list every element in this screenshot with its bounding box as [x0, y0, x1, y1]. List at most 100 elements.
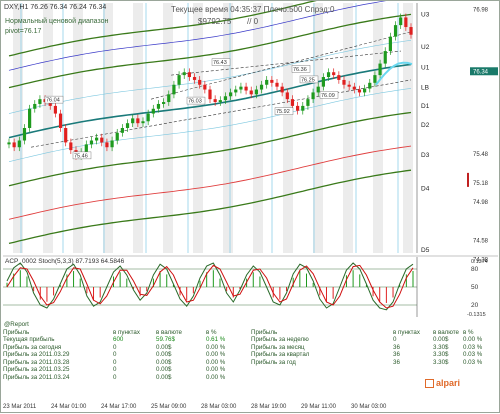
- candle-body: [100, 137, 104, 143]
- level-label-u2: U2: [421, 44, 430, 51]
- balance: $9792.75: [198, 17, 232, 26]
- level-label-d5: D5: [421, 247, 430, 254]
- indicator-title: ACP_0002 Stoch(5,3,3) 87.7193 64.5846: [5, 258, 125, 265]
- right-cell: 0.03 %: [463, 343, 483, 351]
- right-header-cell: Прибыль: [251, 329, 278, 336]
- y-tick-label: 74.98: [473, 200, 489, 206]
- x-tick-label: 24 Mar 01:00: [51, 404, 87, 410]
- x-tick-label: 29 Mar 11:00: [301, 404, 337, 410]
- candle-body: [198, 79, 202, 85]
- candle-body: [105, 142, 109, 148]
- session-stripe: [223, 3, 233, 253]
- right-cell: 36: [393, 358, 400, 366]
- candle-body: [229, 92, 233, 97]
- candle-body: [136, 118, 140, 124]
- candle-body: [311, 92, 315, 100]
- candle-body: [223, 96, 228, 101]
- right-row: Прибыль за год 36 3.30$ 0.03 %: [3, 358, 482, 366]
- candle-body: [393, 25, 398, 37]
- left-cell: 0.00 %: [206, 366, 226, 373]
- session-stripe: [373, 3, 383, 253]
- candle-body: [285, 92, 289, 100]
- right-cell: 3.30$: [433, 351, 449, 358]
- price-label: 76.36: [293, 67, 307, 73]
- right-cell: 36: [393, 351, 400, 358]
- right-cell: Прибыль за год: [251, 358, 296, 366]
- candle-body: [388, 36, 392, 52]
- candle-body: [316, 86, 320, 93]
- candle-body: [167, 94, 171, 103]
- session-stripe: [313, 3, 323, 253]
- level-label-d3: D3: [421, 152, 430, 159]
- candle-body: [337, 75, 341, 80]
- right-header-cell: в %: [463, 329, 474, 336]
- logo-icon: [425, 379, 434, 389]
- ind-tick-label: 20: [471, 302, 479, 309]
- session-stripe: [283, 3, 293, 253]
- price-label: 76.09: [321, 93, 335, 99]
- price-label: 76.03: [188, 99, 202, 105]
- right-cell: 0.03 %: [463, 358, 483, 366]
- right-row: Прибыль за квартал 36 3.30$ 0.03 %: [3, 351, 482, 358]
- y-tick-label: 75.48: [473, 152, 489, 158]
- x-tick-label: 28 Mar 03:00: [201, 404, 237, 410]
- candle-body: [22, 128, 27, 141]
- candle-body: [131, 118, 135, 124]
- candle-body: [53, 105, 57, 114]
- candle-body: [64, 128, 68, 143]
- candle-body: [342, 79, 346, 85]
- price-label: 76.43: [213, 60, 227, 66]
- candle-body: [146, 113, 150, 122]
- candle-body: [95, 137, 99, 141]
- left-cell: 0.00$: [156, 366, 172, 373]
- report-title: @Report: [4, 321, 29, 328]
- y-tick-label: 75.18: [473, 181, 489, 187]
- x-tick-label: 24 Mar 17:00: [101, 404, 137, 410]
- candle-body: [373, 75, 377, 83]
- candle-body: [275, 82, 279, 87]
- price-label: 76.25: [301, 77, 315, 83]
- x-tick-label: 23 Mar 2011: [3, 404, 37, 410]
- y-tick-label: 74.58: [473, 239, 489, 245]
- candle-body: [69, 142, 73, 151]
- candle-body: [33, 103, 37, 109]
- candle-body: [125, 123, 130, 128]
- ind-top-value: 0.1374: [471, 259, 488, 265]
- candle-body: [203, 84, 207, 90]
- candle-body: [172, 84, 176, 95]
- candle-body: [254, 89, 258, 95]
- candle-body: [192, 77, 197, 80]
- y-tick-label: 76.98: [473, 8, 489, 14]
- candle-body: [141, 121, 145, 124]
- candle-body: [290, 99, 295, 106]
- right-cell: Прибыль за неделю: [251, 336, 309, 343]
- candle-body: [363, 88, 367, 93]
- candle-body: [239, 86, 243, 90]
- candle-body: [156, 103, 161, 109]
- right-cell: 0: [393, 336, 397, 343]
- left-cell: 0.00$: [156, 373, 172, 381]
- alpari-logo: alpari: [425, 378, 469, 391]
- candle-body: [28, 108, 32, 128]
- right-row: Прибыль за месяц 36 3.30$ 0.03 %: [3, 343, 482, 351]
- price-label: 76.04: [46, 98, 60, 104]
- candle-body: [115, 132, 119, 141]
- candle-body: [120, 128, 124, 133]
- price-label: 75.46: [74, 153, 88, 159]
- right-row: Прибыль за неделю 0 0.00$ 0.00 %: [3, 336, 482, 343]
- candle-body: [187, 72, 191, 78]
- level-label-u1: U1: [421, 64, 430, 71]
- right-cell: 0.00 %: [463, 336, 483, 343]
- right-cell: 3.30$: [433, 343, 449, 351]
- price-label: 75.92: [276, 109, 290, 115]
- symbol-line: DXY,H1 76.26 76.34 76.24 76.34: [4, 4, 107, 11]
- candle-body: [399, 17, 403, 26]
- candle-body: [162, 102, 166, 104]
- right-header-cell: в пунктах: [393, 329, 420, 336]
- balance-suffix: // 0: [247, 17, 259, 26]
- candle-body: [177, 75, 181, 85]
- candle-body: [347, 84, 351, 87]
- x-tick-label: 28 Mar 19:00: [251, 404, 287, 410]
- session-stripe: [133, 3, 143, 253]
- session-stripe: [343, 3, 353, 253]
